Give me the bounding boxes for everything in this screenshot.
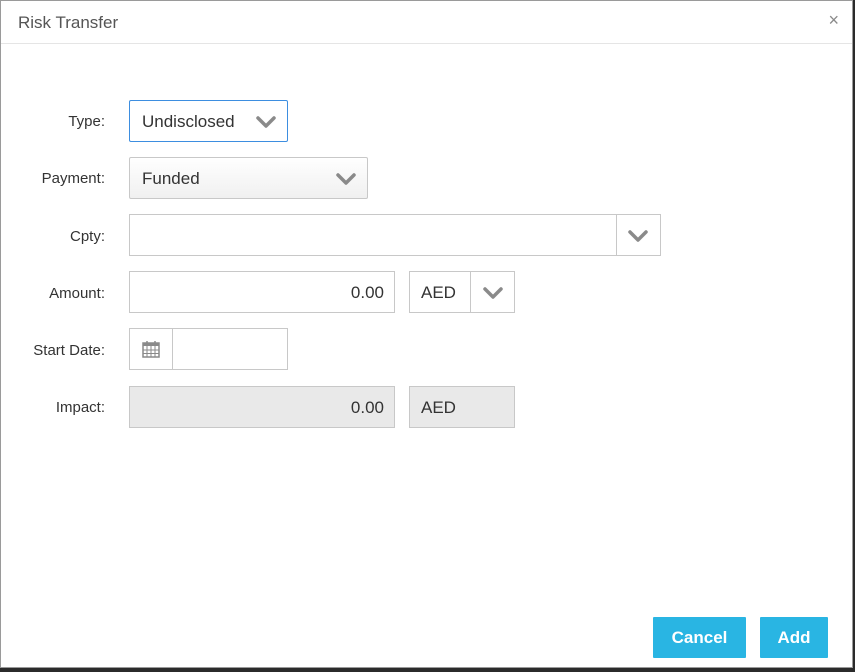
risk-transfer-dialog: Risk Transfer × Type: Undisclosed Paymen… (0, 0, 853, 668)
impact-field: 0.00 (129, 386, 395, 428)
payment-select[interactable]: Funded (129, 157, 368, 199)
payment-label: Payment: (41, 170, 105, 187)
impact-currency-field: AED (409, 386, 515, 428)
impact-currency-value: AED (421, 398, 456, 417)
amount-value: 0.00 (350, 283, 384, 302)
chevron-down-icon (336, 173, 356, 185)
amount-currency-select[interactable]: AED (409, 271, 515, 313)
dialog-header: Risk Transfer × (1, 1, 852, 44)
amount-label: Amount: (49, 285, 105, 302)
add-button[interactable]: Add (760, 617, 828, 658)
cpty-combobox[interactable] (129, 214, 661, 256)
type-select[interactable]: Undisclosed (129, 100, 288, 142)
impact-label: Impact: (55, 399, 105, 416)
chevron-down-icon (256, 116, 276, 128)
amount-currency-value: AED (421, 283, 456, 302)
payment-select-value: Funded (142, 169, 200, 188)
chevron-down-icon (483, 287, 503, 299)
dialog-title: Risk Transfer (18, 13, 119, 32)
chevron-down-icon[interactable] (628, 230, 648, 242)
close-icon[interactable]: × (828, 11, 839, 29)
type-label: Type: (68, 113, 105, 130)
calendar-icon[interactable] (142, 340, 160, 358)
impact-value: 0.00 (350, 398, 384, 417)
cpty-divider (616, 215, 617, 255)
cancel-button[interactable]: Cancel (653, 617, 746, 658)
start-date-label: Start Date: (33, 342, 105, 359)
date-divider (172, 329, 173, 369)
type-select-value: Undisclosed (142, 112, 235, 131)
currency-divider (470, 272, 471, 312)
start-date-field[interactable] (129, 328, 288, 370)
cpty-label: Cpty: (69, 228, 105, 245)
amount-input[interactable]: 0.00 (129, 271, 395, 313)
